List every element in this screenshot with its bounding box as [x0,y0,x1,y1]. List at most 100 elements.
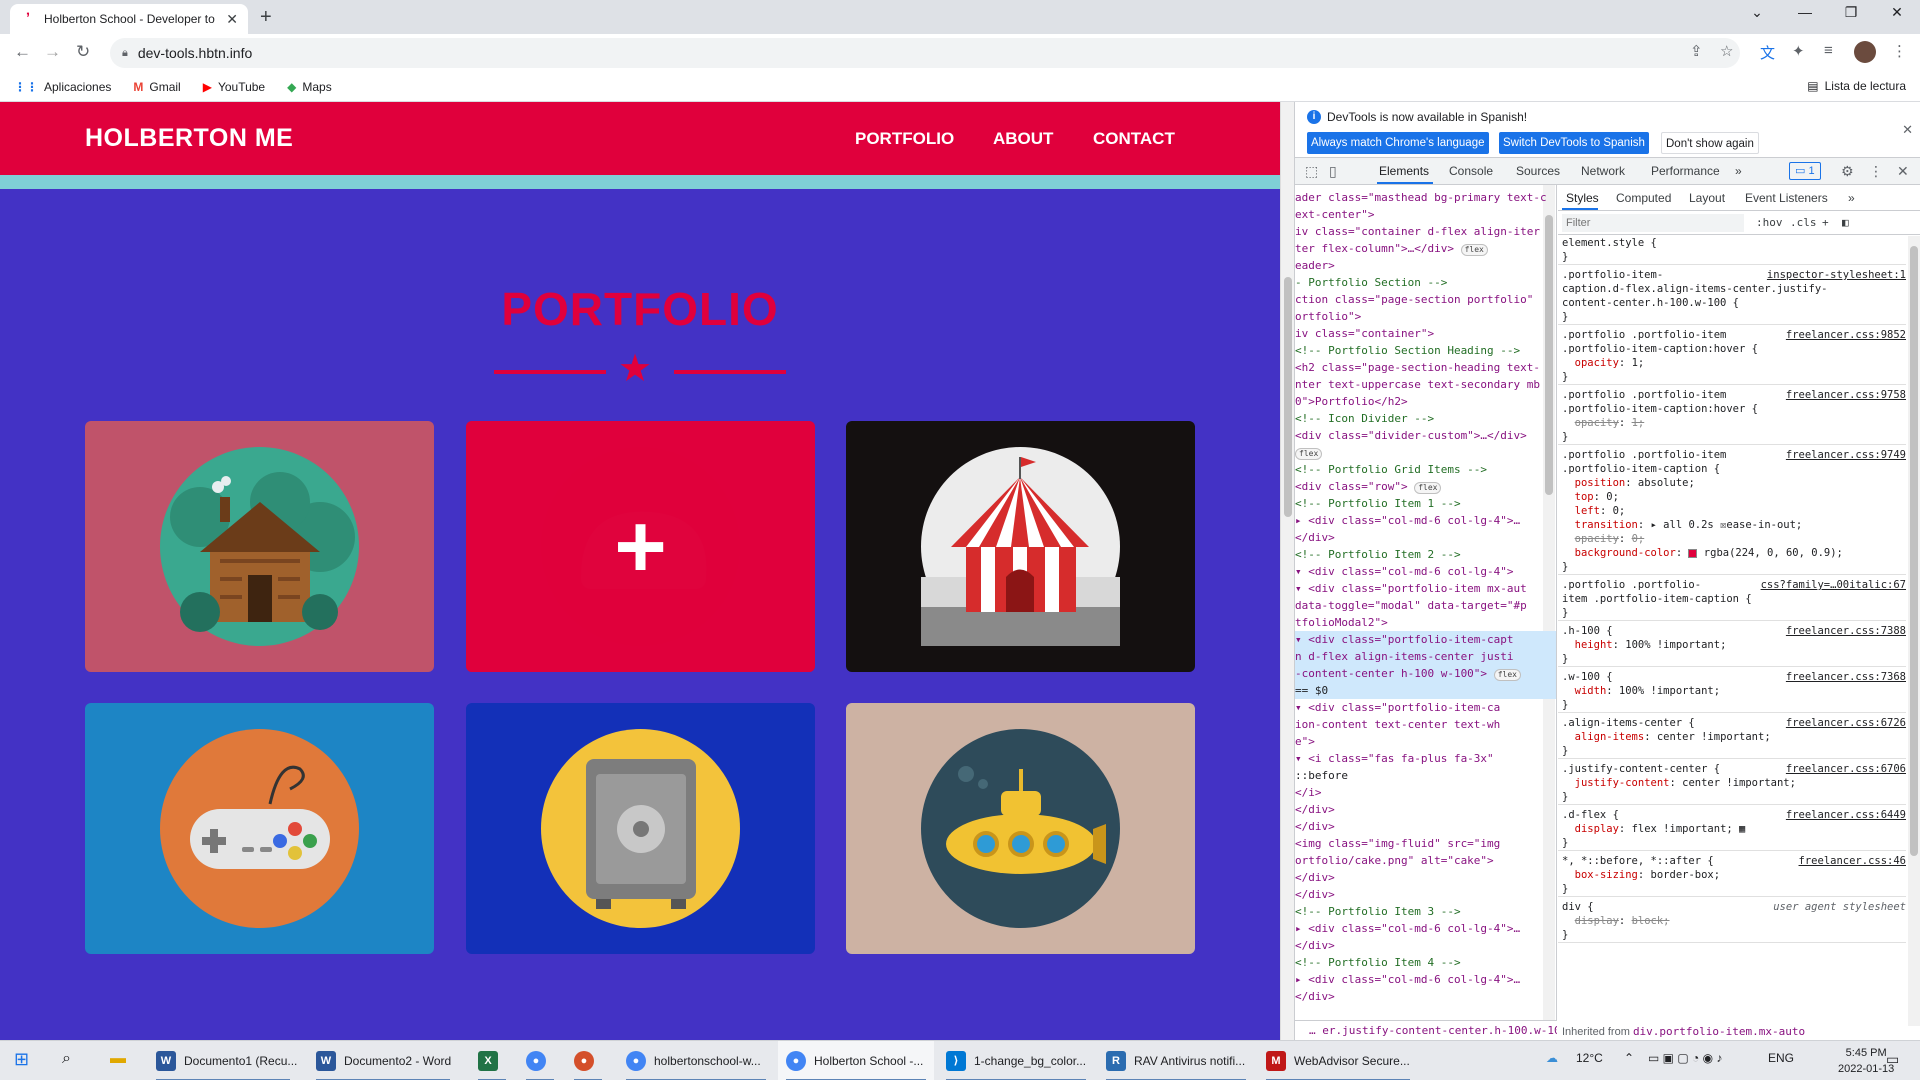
file-explorer-icon[interactable]: ▬ [110,1050,126,1068]
dom-node-line[interactable]: </div> [1295,529,1556,546]
dom-comment-line[interactable]: <!-- Portfolio Section Heading --> [1295,342,1556,359]
dom-node-line[interactable]: flex [1295,444,1556,461]
bookmark-apps[interactable]: ⋮⋮ Aplicaciones [14,80,111,94]
dom-node-line[interactable]: ext-center"> [1295,206,1556,223]
style-rule-selector[interactable]: .align-items-center {freelancer.css:6726 [1562,716,1906,730]
style-declaration[interactable]: display: flex !important; ▦ [1562,822,1906,836]
style-declaration[interactable]: background-color: rgba(224, 0, 60, 0.9); [1562,546,1906,560]
dom-node-line[interactable]: == $0 [1295,682,1556,699]
css-value[interactable]: 0; [1632,533,1645,545]
dom-node-line[interactable]: ion-content text-center text-wh [1295,716,1556,733]
taskbar-app-word[interactable]: W Documento2 - Word [308,1041,458,1080]
style-rules[interactable]: element.style {} .portfolio-item-inspecto… [1558,236,1908,1026]
new-tab-icon[interactable]: + [260,6,272,29]
nav-about[interactable]: ABOUT [993,129,1053,149]
dom-comment-line[interactable]: <!-- Portfolio Item 4 --> [1295,954,1556,971]
flex-badge[interactable]: flex [1493,669,1521,681]
style-declaration[interactable]: opacity: 1; [1562,356,1906,370]
portfolio-item-circus[interactable] [846,421,1195,672]
css-value[interactable]: 100% !important; [1625,639,1726,651]
dom-node-line[interactable]: </div> [1295,886,1556,903]
more-style-tabs-icon[interactable]: » [1848,191,1855,205]
reload-icon[interactable]: ↻ [76,42,90,62]
css-value[interactable]: 100% !important; [1619,685,1720,697]
rule-source-link[interactable]: inspector-stylesheet:1 [1767,268,1906,282]
tab-console[interactable]: Console [1449,164,1493,178]
dom-node-line[interactable]: </div> [1295,801,1556,818]
dom-node-line[interactable]: </div> [1295,869,1556,886]
tray-icons[interactable]: ▭ ▣ ▢ ◔ ◉ ♪ [1648,1051,1722,1065]
menu-icon[interactable]: ⋮ [1892,42,1907,60]
css-value[interactable]: absolute; [1638,477,1695,489]
style-rule-selector[interactable]: .d-flex {freelancer.css:6449 [1562,808,1906,822]
dom-comment-line[interactable]: <!-- Portfolio Item 3 --> [1295,903,1556,920]
css-value[interactable]: 1; [1632,357,1645,369]
css-property[interactable]: opacity [1575,533,1619,545]
restore-icon[interactable]: ❐ [1828,4,1874,21]
style-rule-close[interactable]: } [1562,652,1906,666]
style-rule-close[interactable]: } [1562,370,1906,384]
style-rule-selector[interactable]: .justify-content-center {freelancer.css:… [1562,762,1906,776]
style-rule-selector[interactable]: .portfolio .portfolio-item freelancer.css… [1562,328,1906,342]
portfolio-item-safe[interactable] [466,703,815,954]
dom-node-line[interactable]: e"> [1295,733,1556,750]
profile-avatar[interactable] [1854,41,1876,63]
rule-source-link[interactable]: css?family=…00italic:67 [1761,578,1906,592]
bookmark-star-icon[interactable]: ☆ [1720,42,1733,60]
browser-tab[interactable]: ʼ Holberton School - Developer to ✕ [10,4,248,34]
css-property[interactable]: display [1575,915,1619,927]
new-rule-icon[interactable]: + [1822,216,1829,229]
dom-node-line[interactable]: ▾ <div class="portfolio-item-capt [1295,631,1556,648]
dom-comment-line[interactable]: <!-- Portfolio Item 1 --> [1295,495,1556,512]
dom-node-line[interactable]: </i> [1295,784,1556,801]
nav-portfolio[interactable]: PORTFOLIO [855,129,954,149]
rule-source-link[interactable]: freelancer.css:6449 [1786,808,1906,822]
page-scrollbar[interactable] [1280,102,1294,1040]
rule-source-link[interactable]: freelancer.css:9852 [1786,328,1906,342]
styles-filter-input[interactable] [1562,214,1744,232]
dom-node-line[interactable]: tfolioModal2"> [1295,614,1556,631]
portfolio-item-cake[interactable]: + [466,421,815,672]
nav-contact[interactable]: CONTACT [1093,129,1175,149]
dom-comment-line[interactable]: <!-- Portfolio Item 2 --> [1295,546,1556,563]
style-declaration[interactable]: align-items: center !important; [1562,730,1906,744]
portfolio-item-cabin[interactable] [85,421,434,672]
taskbar-app-excel[interactable]: X [470,1041,514,1080]
close-devtools-icon[interactable]: ✕ [1897,163,1909,180]
css-property[interactable]: display [1575,823,1619,835]
style-rule-close[interactable]: } [1562,882,1906,896]
windows-start-icon[interactable]: ⊞ [14,1049,29,1070]
styles-scrollbar[interactable] [1908,236,1920,1026]
tab-sources[interactable]: Sources [1516,164,1560,178]
taskbar-app-chrome[interactable]: ● Holberton School -... [778,1041,934,1080]
dont-show-button[interactable]: Don't show again [1661,132,1759,154]
dom-node-line[interactable]: ▾ <div class="portfolio-item-ca [1295,699,1556,716]
devtools-menu-icon[interactable]: ⋮ [1869,163,1883,180]
rule-source-link[interactable]: freelancer.css:46 [1799,854,1906,868]
style-declaration[interactable]: justify-content: center !important; [1562,776,1906,790]
style-rule-selector[interactable]: .portfolio .portfolio-item freelancer.css… [1562,448,1906,462]
style-declaration[interactable]: opacity: 1; [1562,416,1906,430]
dom-node-line[interactable]: 0">Portfolio</h2> [1295,393,1556,410]
flex-badge[interactable]: flex [1414,482,1442,494]
bookmark-maps[interactable]: ◆ Maps [287,80,332,94]
device-toolbar-icon[interactable]: ▯ [1329,163,1337,180]
bookmark-youtube[interactable]: ▶ YouTube [203,80,265,94]
taskbar-app-word[interactable]: W Documento1 (Recu... [148,1041,298,1080]
dom-node-line[interactable]: ortfolio"> [1295,308,1556,325]
dom-node-line[interactable]: ader class="masthead bg-primary text-c [1295,189,1556,206]
style-rule-selector-cont[interactable]: .portfolio-item-caption:hover { [1562,342,1906,356]
style-declaration[interactable]: width: 100% !important; [1562,684,1906,698]
style-declaration[interactable]: position: absolute; [1562,476,1906,490]
style-declaration[interactable]: opacity: 0; [1562,532,1906,546]
taskbar-app-vscode[interactable]: ⟩ 1-change_bg_color... [938,1041,1094,1080]
style-rule-selector[interactable]: .w-100 {freelancer.css:7368 [1562,670,1906,684]
dom-comment-line[interactable]: - Portfolio Section --> [1295,274,1556,291]
portfolio-item-game[interactable] [85,703,434,954]
style-rule-close[interactable]: } [1562,744,1906,758]
tray-chevron-icon[interactable]: ⌃ [1624,1051,1634,1065]
css-value[interactable]: 1; [1632,417,1645,429]
dom-comment-line[interactable]: <!-- Icon Divider --> [1295,410,1556,427]
style-declaration[interactable]: transition: ▸ all 0.2s ☒ease-in-out; [1562,518,1906,532]
taskbar-app-chrome[interactable]: ● [518,1041,562,1080]
